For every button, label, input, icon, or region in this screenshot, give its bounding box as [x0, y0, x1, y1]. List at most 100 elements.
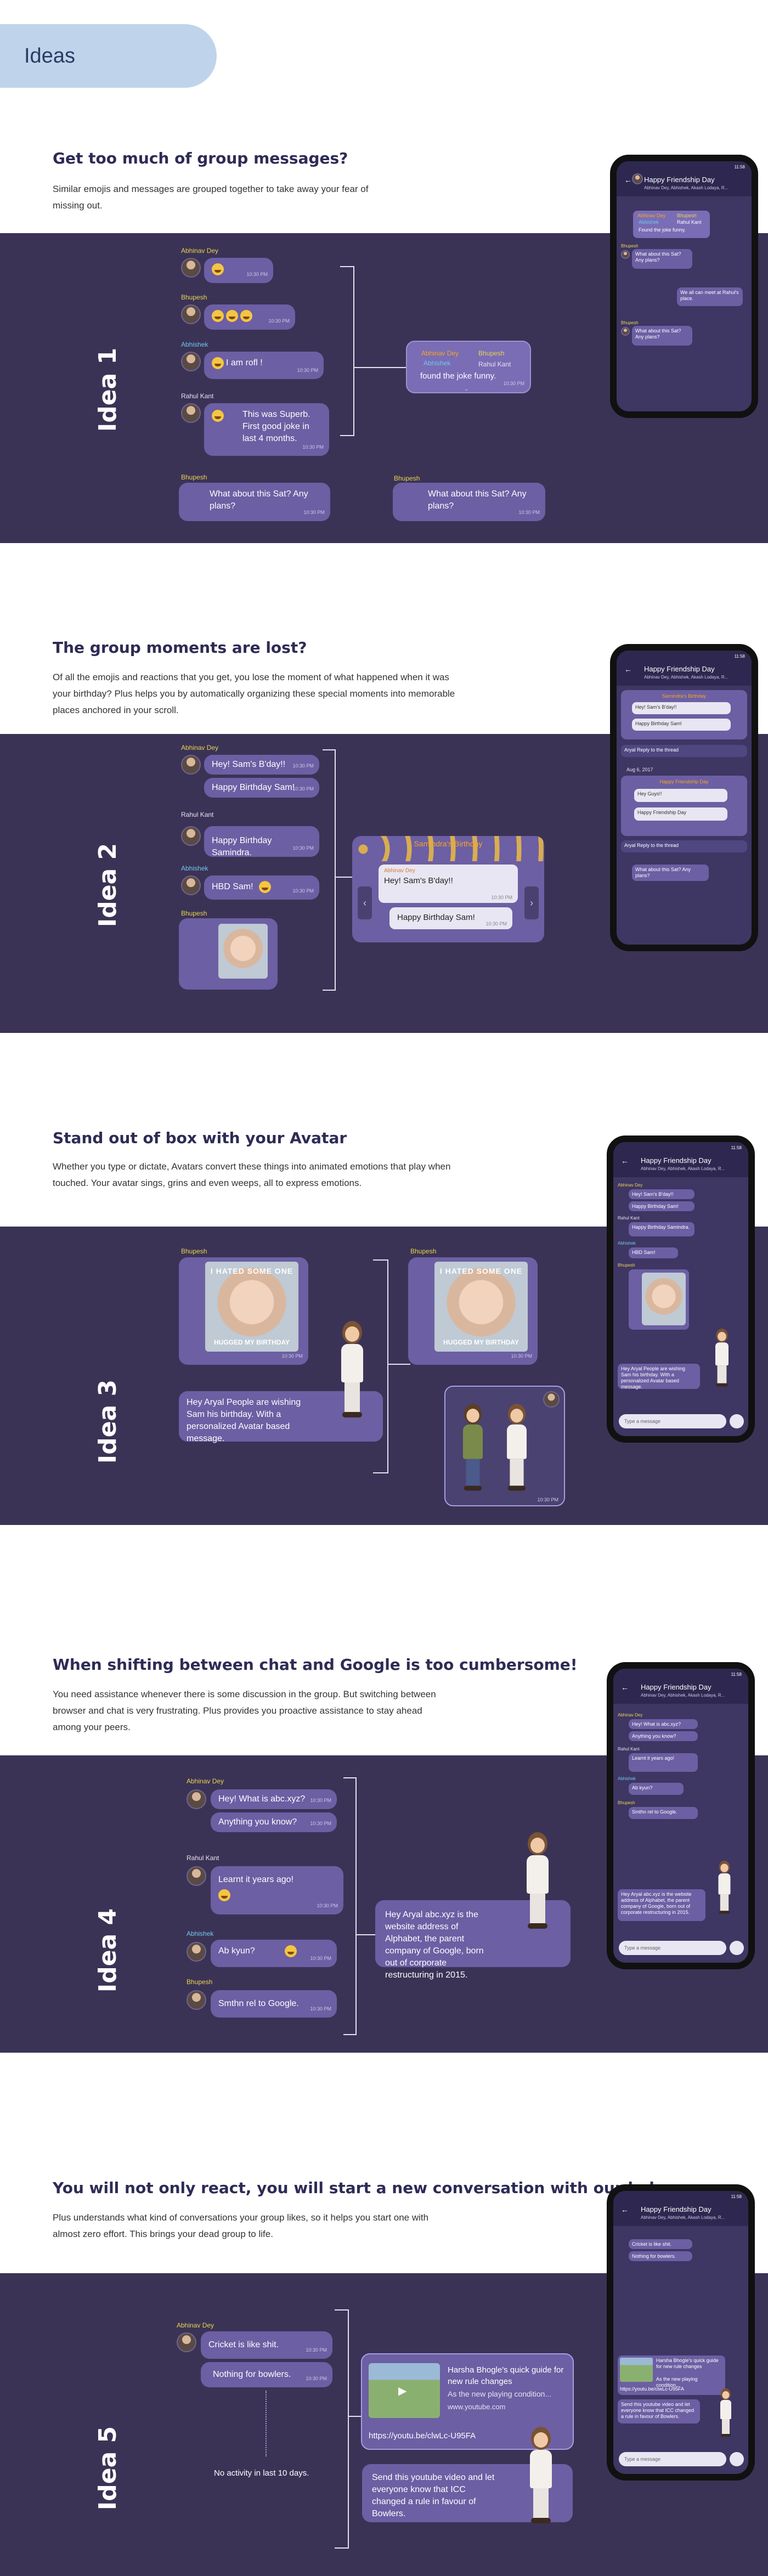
avatar: [181, 755, 201, 775]
moment-message[interactable]: Happy Birthday Sam!: [632, 719, 731, 731]
message-text: Hey! Sam's B'day!!: [384, 876, 453, 885]
grouped-reactions-bubble[interactable]: Abhinav Dey Bhupesh Abhishek Rahul Kant …: [633, 211, 710, 238]
moment-card[interactable]: Happy Friendship Day Hey Guys!! Happy Fr…: [621, 776, 747, 836]
message-bubble[interactable]: Happy Birthday Samindra. 10:30 PM: [204, 826, 319, 857]
video-link[interactable]: https://youtu.be/clwLc-U95FA: [369, 2431, 476, 2441]
message-bubble[interactable]: Nothing for bowlers. 10:30 PM: [201, 2362, 332, 2387]
inactivity-note: No activity in last 10 days.: [214, 2468, 309, 2478]
video-thumbnail[interactable]: ▶: [369, 2363, 440, 2418]
avatar-character[interactable]: [712, 1329, 732, 1388]
message-bubble[interactable]: Happy Birthday Sam!: [629, 1201, 694, 1211]
moment-message[interactable]: Abhinav Dey Hey! Sam's B'day!! 10:30 PM: [379, 865, 518, 903]
back-arrow-icon[interactable]: ←: [621, 2205, 629, 2214]
prev-moment-button[interactable]: ‹: [358, 886, 372, 919]
moment-message[interactable]: Happy Birthday Sam! 10:30 PM: [389, 907, 512, 929]
message-bubble[interactable]: Learnt it years ago! 10:30 PM: [211, 1866, 343, 1914]
chat-title: Happy Friendship Day: [641, 2205, 711, 2213]
message-bubble[interactable]: Happy Birthday Sam! 10:30 PM: [204, 778, 319, 798]
mic-icon[interactable]: [730, 1414, 744, 1428]
video-thumbnail[interactable]: [620, 2358, 653, 2382]
avatar-character[interactable]: [336, 1321, 369, 1420]
avatar-character[interactable]: [521, 1832, 554, 1931]
message-bubble[interactable]: I am rofl ! 10:30 PM: [204, 352, 324, 379]
message-bubble[interactable]: Hey! Sam's B'day!!: [629, 1189, 694, 1199]
message-bubble[interactable]: What about this Sat? Any plans? 10:30 PM: [393, 483, 545, 521]
message-bubble[interactable]: Cricket is like shit.: [629, 2239, 692, 2249]
birthday-moment-card[interactable]: Samindra's Birthday ‹ › Abhinav Dey Hey!…: [352, 836, 544, 942]
meme-message[interactable]: I HATED SOME ONE HUGGED MY BIRTHDAY 10:3…: [179, 1257, 308, 1365]
meme-top-text: I HATED SOME ONE: [439, 1267, 523, 1275]
avatar-message[interactable]: Hey Aryal People are wishing Sam his bir…: [618, 1364, 700, 1389]
message-bubble[interactable]: Anything you know?: [629, 1731, 698, 1741]
moment-card[interactable]: Samindra's Birthday Hey! Sam's B'day!! H…: [621, 690, 747, 739]
message-input[interactable]: Type a message: [619, 1414, 726, 1428]
play-icon[interactable]: ▶: [398, 2384, 406, 2398]
message-bubble[interactable]: What about this Sat? Any plans?: [632, 249, 692, 269]
chevron-down-icon[interactable]: ⌄: [464, 383, 468, 396]
meme-image[interactable]: I HATED SOME ONE HUGGED MY BIRTHDAY: [434, 1262, 528, 1352]
message-bubble[interactable]: What about this Sat? Any plans?: [632, 865, 709, 881]
assistant-suggestion[interactable]: Hey Aryal abc.xyz is the website address…: [618, 1889, 705, 1921]
message-bubble[interactable]: Smthn rel to Google.: [629, 1807, 698, 1819]
image-message[interactable]: [179, 918, 278, 990]
grouped-reactions-bubble[interactable]: Abhinav Dey Bhupesh Abhishek Rahul Kant …: [406, 341, 531, 393]
meme-image[interactable]: I HATED SOME ONE HUGGED MY BIRTHDAY: [205, 1262, 298, 1352]
thread-reply[interactable]: Aryal Reply to the thread: [621, 745, 747, 757]
message-bubble[interactable]: HBD Sam!: [629, 1247, 678, 1258]
message-text: Happy Friendship Day: [637, 810, 687, 815]
back-arrow-icon[interactable]: ←: [624, 665, 632, 674]
message-bubble[interactable]: Hey! What is abc.xyz? 10:30 PM: [211, 1789, 337, 1809]
message-bubble[interactable]: Ab kyun? 10:30 PM: [211, 1940, 337, 1967]
message-bubble[interactable]: HBD Sam! 10:30 PM: [204, 875, 319, 900]
chat-members: Abhinav Dey, Abhishek, Akash Lodaya, R..…: [641, 1166, 725, 1171]
meme-message[interactable]: [629, 1269, 689, 1330]
back-arrow-icon[interactable]: ←: [624, 176, 632, 184]
emoji-message[interactable]: 10:30 PM: [204, 304, 295, 330]
message-bubble[interactable]: Anything you know? 10:30 PM: [211, 1812, 337, 1832]
avatar-character[interactable]: [458, 1404, 488, 1493]
moment-message[interactable]: Hey Guys!!: [634, 789, 727, 802]
baby-photo[interactable]: [218, 924, 268, 979]
thread-reply[interactable]: Aryal Reply to the thread: [621, 840, 747, 852]
avatar-character[interactable]: [718, 2388, 734, 2438]
moment-message[interactable]: Hey! Sam's B'day!!: [632, 702, 731, 714]
mic-icon[interactable]: [730, 2452, 744, 2466]
video-suggestion-card[interactable]: Harsha Bhogle's quick guide for new rule…: [618, 2355, 725, 2395]
meme-image[interactable]: [642, 1273, 686, 1325]
message-bubble[interactable]: What about this Sat? Any plans? 10:30 PM: [179, 483, 330, 521]
avatar-character[interactable]: [715, 1861, 733, 1915]
message-bubble[interactable]: Hey! What is abc.xyz?: [629, 1719, 698, 1729]
message-text: Anything you know?: [632, 1733, 676, 1739]
mic-icon[interactable]: [730, 1941, 744, 1955]
message-bubble[interactable]: This was Superb. First good joke in last…: [204, 403, 329, 456]
back-arrow-icon[interactable]: ←: [621, 1683, 629, 1692]
avatar-character[interactable]: [502, 1404, 532, 1493]
message-text: Hey! What is abc.xyz?: [218, 1794, 306, 1804]
message-bubble[interactable]: Nothing for bowlers.: [629, 2251, 692, 2261]
video-link[interactable]: https://youtu.be/clwLc-U95FA: [620, 2386, 684, 2392]
sender-name: Bhupesh: [410, 1247, 437, 1255]
suggestion-message[interactable]: Send this youtube video and let everyone…: [618, 2399, 700, 2424]
message-bubble[interactable]: Ab kyun?: [629, 1783, 684, 1795]
message-bubble[interactable]: Cricket is like shit. 10:30 PM: [201, 2331, 332, 2359]
message-bubble[interactable]: Happy Birthday Samindra.: [629, 1222, 694, 1236]
emoji-message[interactable]: 10:30 PM: [204, 258, 273, 283]
moment-message[interactable]: Happy Friendship Day: [634, 807, 727, 821]
message-bubble[interactable]: What about this Sat? Any plans?: [632, 326, 692, 346]
sender-name: Rahul Kant: [618, 1747, 640, 1752]
chat-title: Happy Friendship Day: [641, 1683, 711, 1691]
sender-name: Abhinav Dey: [181, 247, 219, 255]
message-input[interactable]: Type a message: [619, 2452, 726, 2466]
message-bubble[interactable]: Learnt it years ago!: [629, 1753, 698, 1772]
message-input[interactable]: Type a message: [619, 1941, 726, 1955]
meme-message[interactable]: I HATED SOME ONE HUGGED MY BIRTHDAY 10:3…: [408, 1257, 538, 1365]
own-message-bubble[interactable]: We all can meet at Rahul's place.: [677, 287, 743, 306]
message-bubble[interactable]: Hey! Sam's B'day!! 10:30 PM: [204, 755, 319, 775]
grouped-text: found the joke funny.: [420, 371, 496, 381]
message-bubble[interactable]: Smthn rel to Google. 10:30 PM: [211, 1990, 337, 2018]
avatar-animation-card[interactable]: 10:30 PM: [444, 1386, 565, 1506]
back-arrow-icon[interactable]: ←: [621, 1156, 629, 1165]
grouped-name: Abhinav Dey: [637, 213, 666, 218]
next-moment-button[interactable]: ›: [524, 886, 539, 919]
avatar-character[interactable]: [524, 2427, 557, 2526]
